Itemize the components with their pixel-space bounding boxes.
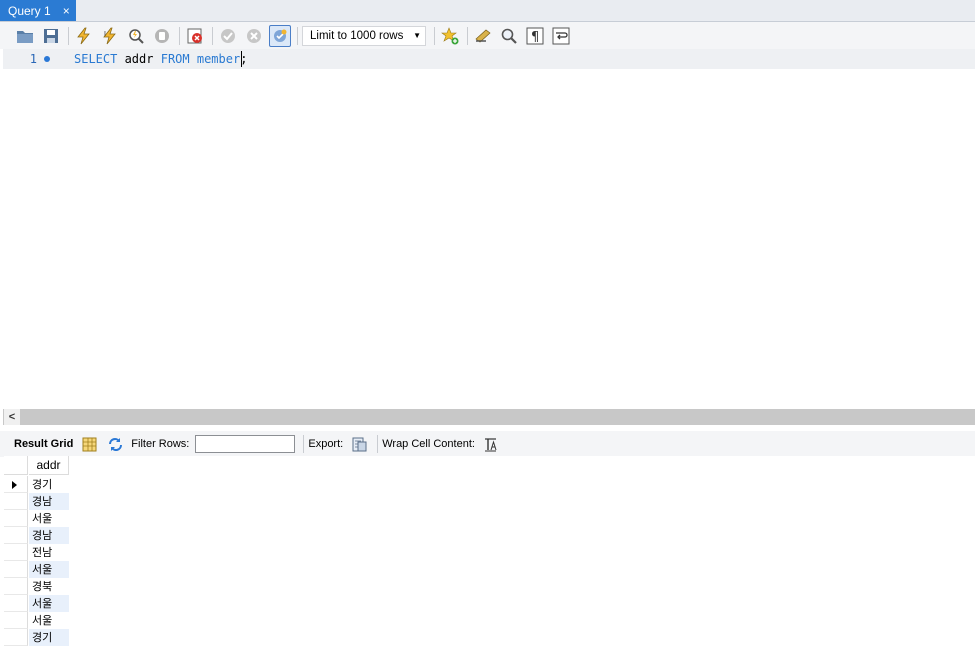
editor-horizontal-scrollbar[interactable]	[3, 409, 975, 425]
find-icon[interactable]	[498, 25, 520, 47]
chevron-down-icon: ▼	[413, 31, 421, 40]
table-cell[interactable]: 경남	[29, 493, 69, 510]
toolbar-separator	[179, 26, 180, 45]
execute-icon[interactable]	[73, 25, 95, 47]
table-cell[interactable]: 경기	[29, 476, 69, 493]
toolbar-separator	[467, 26, 468, 45]
code-text: addr	[117, 52, 161, 66]
keyword-select: SELECT	[74, 52, 118, 66]
toggle-error-icon[interactable]	[184, 25, 206, 47]
wrap-cell-icon[interactable]	[481, 434, 501, 454]
filter-rows-label: Filter Rows:	[131, 438, 190, 450]
execute-current-icon[interactable]: I	[99, 25, 121, 47]
tab-bar: Query 1 ×	[0, 0, 975, 22]
save-icon[interactable]	[40, 25, 62, 47]
export-label: Export:	[308, 438, 344, 450]
table-cell[interactable]: 서울	[29, 561, 69, 578]
folder-icon[interactable]	[14, 25, 36, 47]
row-header[interactable]	[4, 510, 28, 527]
toolbar-separator	[377, 435, 379, 453]
toolbar-separator	[212, 26, 213, 45]
text-caret	[241, 51, 242, 67]
table-cell[interactable]: 경남	[29, 527, 69, 544]
wrap-icon[interactable]	[550, 25, 572, 47]
row-header[interactable]	[4, 544, 28, 561]
invisible-chars-icon[interactable]: ¶	[524, 25, 546, 47]
svg-text:I: I	[104, 31, 106, 38]
column-header-addr[interactable]: addr	[29, 456, 69, 475]
table-cell[interactable]: 경기	[29, 629, 69, 646]
current-row-pointer-icon	[12, 481, 17, 489]
wrap-cell-content-label: Wrap Cell Content:	[382, 438, 475, 450]
result-grid-label[interactable]: Result Grid	[14, 438, 73, 450]
filter-rows-input[interactable]	[195, 435, 296, 453]
close-icon[interactable]: ×	[63, 4, 70, 18]
table-cell[interactable]: 경북	[29, 578, 69, 595]
toolbar-separator	[68, 26, 69, 45]
row-header[interactable]	[4, 578, 28, 595]
toolbar-separator	[303, 435, 305, 453]
bookmark-add-icon[interactable]	[439, 25, 461, 47]
sql-editor[interactable]: 1 SELECT addr FROM member;	[3, 49, 975, 409]
refresh-icon[interactable]	[105, 434, 125, 454]
autocommit-icon[interactable]	[269, 24, 291, 47]
table-cell[interactable]: 서울	[29, 510, 69, 527]
rollback-icon[interactable]	[243, 25, 265, 47]
limit-rows-value: Limit to 1000 rows	[310, 29, 404, 42]
sql-code-line[interactable]: SELECT addr FROM member;	[74, 52, 247, 66]
stop-icon[interactable]	[151, 25, 173, 47]
commit-icon[interactable]	[217, 25, 239, 47]
keyword-from: FROM	[160, 52, 190, 66]
table-cell[interactable]: 서울	[29, 595, 69, 612]
grid-corner	[4, 456, 28, 475]
svg-text:¶: ¶	[531, 30, 539, 45]
beautify-icon[interactable]	[472, 25, 494, 47]
toolbar-separator	[297, 26, 298, 45]
table-name: member	[196, 52, 241, 66]
table-cell[interactable]: 서울	[29, 612, 69, 629]
explain-icon[interactable]	[125, 25, 147, 47]
limit-rows-select[interactable]: Limit to 1000 rows ▼	[302, 25, 426, 46]
row-header[interactable]	[4, 527, 28, 544]
row-header[interactable]	[4, 612, 28, 629]
result-grid[interactable]: addr 경기 경남 서울 경남 전남 서울 경북 서울 서울 경기	[4, 456, 975, 654]
row-header[interactable]	[4, 629, 28, 646]
line-number: 1	[29, 52, 37, 66]
result-toolbar: Result Grid Filter Rows: Export: Wrap Ce…	[0, 431, 975, 457]
row-header[interactable]	[4, 561, 28, 578]
table-cell[interactable]: 전남	[29, 544, 69, 561]
row-header[interactable]	[4, 493, 28, 510]
sql-editor-toolbar: I Limit to 1000 rows ▼ ¶	[0, 22, 975, 49]
row-header[interactable]	[4, 595, 28, 612]
scroll-left-icon[interactable]: <	[4, 409, 20, 425]
tab-query-1[interactable]: Query 1 ×	[0, 0, 76, 21]
tab-title: Query 1	[8, 3, 51, 18]
export-icon[interactable]	[349, 434, 369, 454]
statement-marker-icon	[44, 56, 50, 62]
toolbar-separator	[434, 26, 435, 45]
grid-view-icon[interactable]	[79, 434, 99, 454]
